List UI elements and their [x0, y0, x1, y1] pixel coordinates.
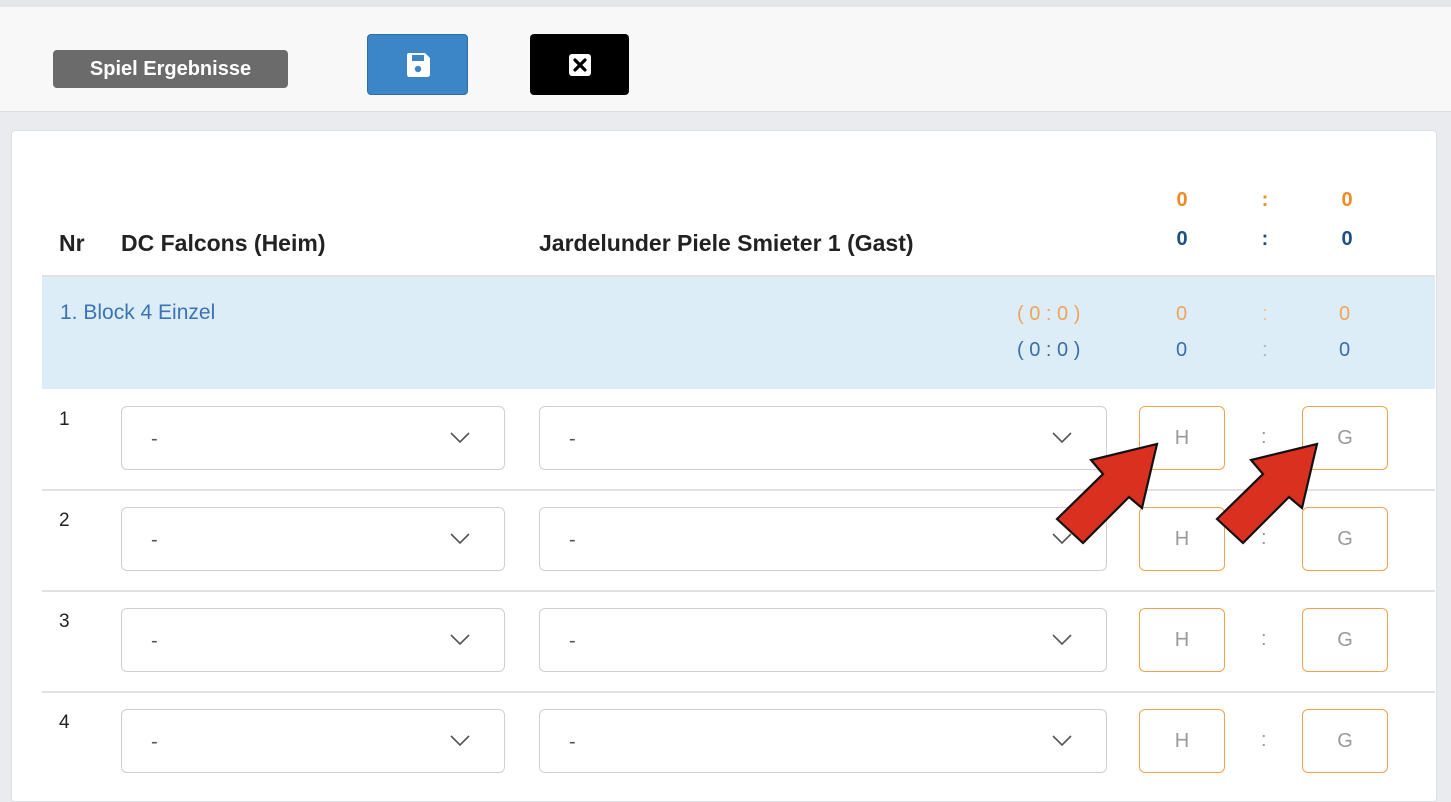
match-number: 1 [59, 409, 70, 430]
match-row: 3 - - H : G [42, 591, 1435, 691]
home-player-select[interactable]: - [121, 608, 505, 672]
guest-player-value: - [569, 529, 576, 551]
total-sets-sep: : [1261, 228, 1269, 250]
total-sets-guest: 0 [1341, 228, 1353, 250]
close-square-icon [568, 53, 591, 76]
guest-player-select[interactable]: - [539, 406, 1107, 470]
top-strip [0, 0, 1451, 7]
block-legs-guest: 0 [1339, 303, 1351, 325]
guest-score-input[interactable]: G [1302, 608, 1388, 672]
total-sets-home: 0 [1176, 228, 1188, 250]
guest-player-select[interactable]: - [539, 608, 1107, 672]
column-header-guest-team: Jardelunder Piele Smieter 1 (Gast) [539, 230, 914, 256]
guest-player-select[interactable]: - [539, 507, 1107, 571]
page-title-badge: Spiel Ergebnisse [53, 50, 288, 88]
match-number: 4 [59, 712, 70, 733]
block-legs-paren: ( 0 : 0 ) [1017, 303, 1081, 325]
chevron-down-icon [1052, 735, 1072, 747]
guest-player-value: - [569, 428, 576, 450]
home-player-select[interactable]: - [121, 709, 505, 773]
chevron-down-icon [450, 432, 470, 444]
home-player-value: - [151, 529, 158, 551]
close-button[interactable] [530, 34, 629, 95]
block-header-row: 1. Block 4 Einzel ( 0 : 0 ) 0 : 0 ( 0 : … [42, 277, 1435, 389]
block-legs-sep: : [1262, 303, 1268, 325]
home-player-value: - [151, 731, 158, 753]
column-header-nr: Nr [59, 230, 85, 256]
total-legs-guest: 0 [1341, 189, 1353, 211]
block-sets-sep: : [1262, 339, 1268, 361]
column-header-home-team: DC Falcons (Heim) [121, 230, 326, 256]
home-player-select[interactable]: - [121, 507, 505, 571]
block-legs-home: 0 [1176, 303, 1188, 325]
score-separator: : [1261, 628, 1267, 650]
block-title: 1. Block 4 Einzel [60, 301, 216, 324]
floppy-disk-icon [406, 52, 430, 77]
score-separator: : [1261, 729, 1267, 751]
total-legs-home: 0 [1176, 189, 1188, 211]
chevron-down-icon [450, 735, 470, 747]
chevron-down-icon [1052, 634, 1072, 646]
match-number: 2 [59, 510, 70, 531]
home-player-value: - [151, 630, 158, 652]
match-row: 4 - - H : G [42, 692, 1435, 792]
home-player-value: - [151, 428, 158, 450]
guest-player-value: - [569, 731, 576, 753]
save-button[interactable] [367, 34, 468, 95]
match-number: 3 [59, 611, 70, 632]
guest-score-input[interactable]: G [1302, 709, 1388, 773]
chevron-down-icon [450, 533, 470, 545]
block-sets-guest: 0 [1339, 339, 1351, 361]
home-player-select[interactable]: - [121, 406, 505, 470]
home-score-input[interactable]: H [1139, 709, 1225, 773]
home-score-input[interactable]: H [1139, 608, 1225, 672]
guest-player-value: - [569, 630, 576, 652]
total-legs-sep: : [1261, 189, 1269, 211]
red-arrow-annotation-home [1055, 442, 1159, 545]
guest-player-select[interactable]: - [539, 709, 1107, 773]
block-sets-paren: ( 0 : 0 ) [1017, 339, 1081, 361]
block-sets-home: 0 [1176, 339, 1188, 361]
chevron-down-icon [450, 634, 470, 646]
toolbar: Spiel Ergebnisse [0, 7, 1451, 112]
red-arrow-annotation-guest [1215, 442, 1319, 545]
